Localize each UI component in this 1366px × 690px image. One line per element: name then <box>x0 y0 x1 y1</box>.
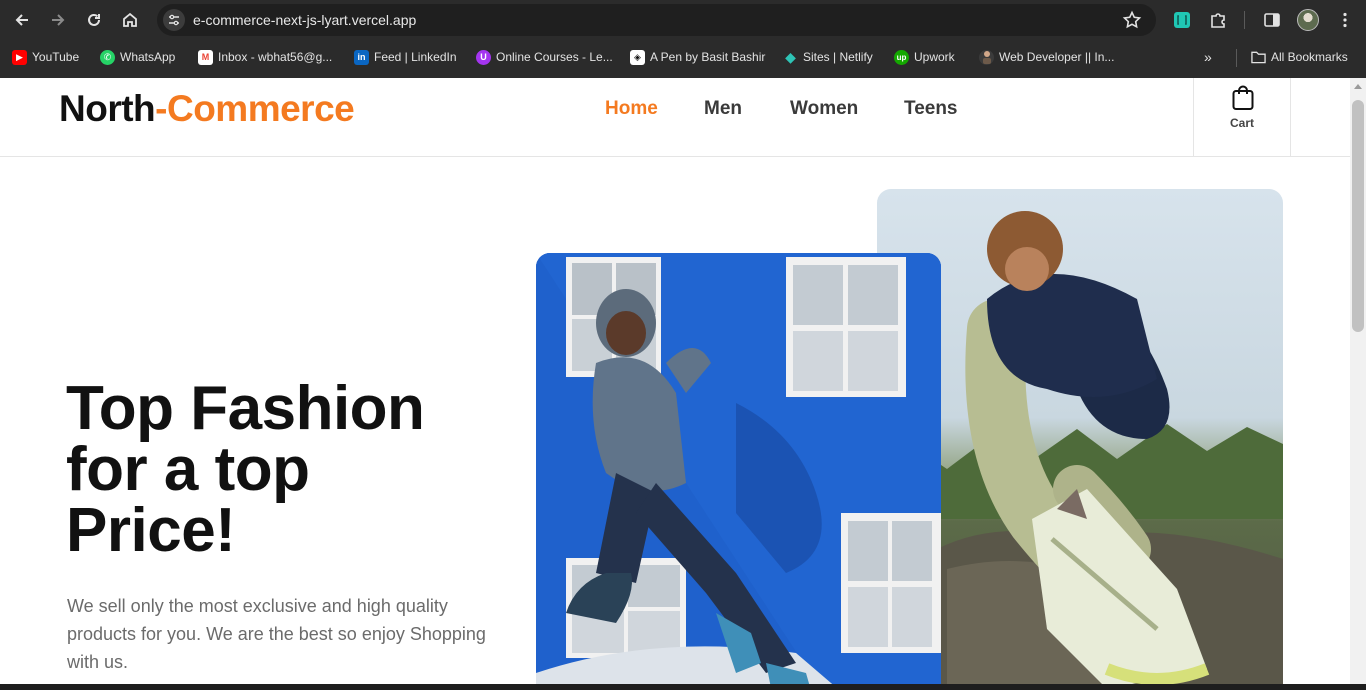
hero-subtitle: We sell only the most exclusive and high… <box>67 596 486 672</box>
scroll-thumb[interactable] <box>1352 100 1364 332</box>
netlify-icon: ◆ <box>785 48 796 65</box>
bookmark-linkedin[interactable]: in Feed | LinkedIn <box>354 47 457 67</box>
site-info-icon[interactable] <box>163 9 185 31</box>
back-button[interactable] <box>9 8 35 32</box>
bookmark-udemy[interactable]: U Online Courses - Le... <box>476 47 613 67</box>
arrow-left-icon <box>15 14 28 26</box>
upwork-icon: up <box>894 49 909 65</box>
bookmark-web-developer[interactable]: Web Developer || In... <box>979 47 1114 67</box>
browser-chrome: e-commerce-next-js-lyart.vercel.app ▶ Yo… <box>0 0 1366 78</box>
whatsapp-icon: ✆ <box>100 49 115 65</box>
bookmark-youtube[interactable]: ▶ YouTube <box>12 47 79 67</box>
toolbar-divider <box>1244 11 1245 29</box>
site-logo[interactable]: North-Commerce <box>59 88 355 130</box>
codepen-icon: ◈ <box>630 49 645 65</box>
youtube-icon: ▶ <box>12 49 27 65</box>
puzzle-icon[interactable] <box>1207 9 1229 31</box>
forward-button[interactable] <box>45 8 71 32</box>
linkedin-icon: in <box>354 49 369 65</box>
logo-north: North <box>59 88 156 129</box>
reload-button[interactable] <box>81 8 107 32</box>
gmail-icon: M <box>198 49 213 65</box>
bookmark-netlify[interactable]: ◆ Sites | Netlify <box>783 47 873 67</box>
more-bookmarks-button[interactable]: » <box>1204 47 1212 67</box>
kebab-menu-icon[interactable] <box>1334 9 1356 31</box>
page-scrollbar[interactable] <box>1350 78 1366 690</box>
hero-title-line3: Price! <box>66 496 236 565</box>
hero-title: Top Fashion for a top Price! <box>66 374 486 565</box>
home-button[interactable] <box>117 8 143 32</box>
chevron-double-right-icon: » <box>1204 49 1212 65</box>
browser-toolbar: e-commerce-next-js-lyart.vercel.app <box>0 0 1366 40</box>
logo-commerce: -Commerce <box>155 88 355 129</box>
arrow-right-icon <box>52 14 65 26</box>
bookmarks-bar: ▶ YouTube ✆ WhatsApp M Inbox - wbhat56@g… <box>0 44 1366 70</box>
bookmark-upwork[interactable]: up Upwork <box>894 47 955 67</box>
nav-men[interactable]: Men <box>704 98 742 120</box>
folder-icon <box>1251 50 1266 65</box>
bookmark-codepen[interactable]: ◈ A Pen by Basit Bashir <box>630 47 765 67</box>
shopping-bag-icon <box>1232 85 1254 110</box>
person-icon <box>979 49 994 65</box>
nav-home[interactable]: Home <box>605 98 658 120</box>
address-bar[interactable]: e-commerce-next-js-lyart.vercel.app <box>157 4 1156 36</box>
bookmark-whatsapp[interactable]: ✆ WhatsApp <box>100 47 175 67</box>
bookmark-gmail[interactable]: M Inbox - wbhat56@g... <box>198 47 332 67</box>
hero-title-line1: Top Fashion <box>66 374 425 443</box>
bookmarks-divider <box>1236 49 1237 67</box>
bookmark-star-icon[interactable] <box>1122 10 1142 30</box>
nav-women[interactable]: Women <box>790 98 858 120</box>
scroll-up-arrow-icon[interactable] <box>1354 84 1362 89</box>
cart-label: Cart <box>1229 116 1254 130</box>
site-header: North-Commerce Home Men Women Teens Cart <box>0 78 1350 157</box>
url-text[interactable]: e-commerce-next-js-lyart.vercel.app <box>193 12 416 28</box>
hero-image-man <box>536 253 941 690</box>
nav-teens[interactable]: Teens <box>904 98 958 120</box>
profile-avatar[interactable] <box>1297 9 1319 31</box>
extension-icon[interactable] <box>1171 9 1193 31</box>
man-photo-illustration <box>536 253 941 690</box>
website-viewport: North-Commerce Home Men Women Teens Cart… <box>0 78 1350 690</box>
cart-button[interactable]: Cart <box>1193 78 1291 157</box>
udemy-icon: U <box>476 49 491 65</box>
all-bookmarks-button[interactable]: All Bookmarks <box>1251 47 1348 67</box>
reload-icon <box>88 13 100 26</box>
taskbar-edge <box>0 684 1366 690</box>
hero-title-line2: for a top <box>66 435 310 504</box>
home-icon <box>123 12 137 27</box>
side-panel-icon[interactable] <box>1261 9 1283 31</box>
